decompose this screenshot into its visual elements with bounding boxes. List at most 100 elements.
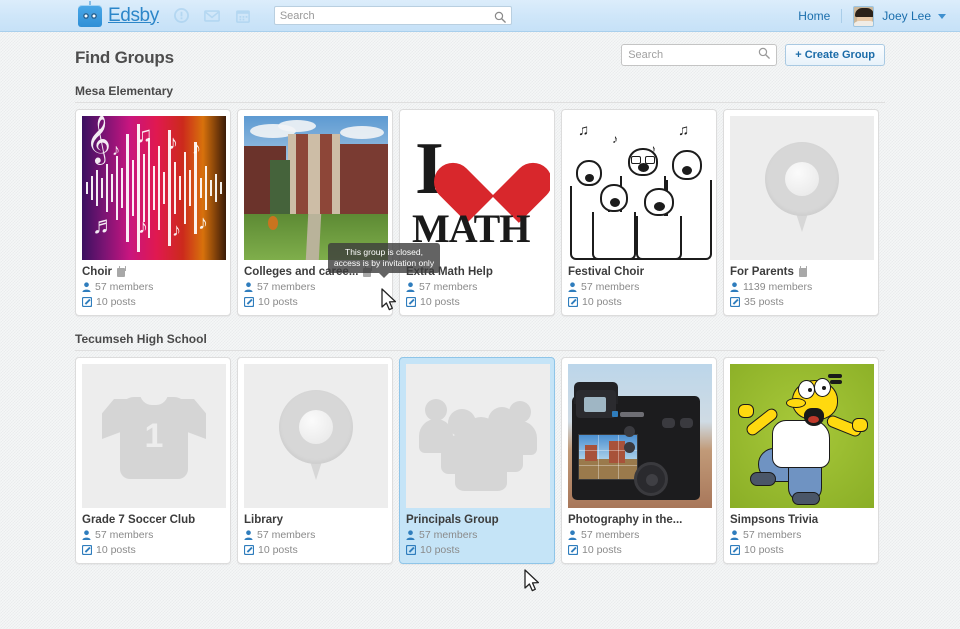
group-card-title: Principals Group (406, 514, 499, 526)
mail-icon[interactable] (204, 7, 221, 24)
mouse-cursor (381, 288, 399, 317)
create-group-button[interactable]: + Create Group (785, 44, 885, 66)
person-icon (244, 282, 253, 292)
page-title: Find Groups (75, 48, 174, 67)
members-count: 57 members (244, 281, 386, 293)
members-count: 57 members (568, 529, 710, 541)
person-icon (406, 530, 415, 540)
posts-count: 10 posts (244, 296, 386, 308)
posts-count: 10 posts (568, 296, 710, 308)
user-area: Home Joey Lee (798, 0, 946, 32)
music-note-icon: ♫ (136, 122, 153, 147)
group-card-title: Photography in the... (568, 514, 683, 526)
person-icon (82, 530, 91, 540)
home-link[interactable]: Home (798, 9, 830, 23)
lock-icon (798, 266, 808, 277)
map-pin-placeholder (244, 364, 388, 508)
group-card-title: Library (244, 514, 283, 526)
posts-count: 10 posts (730, 544, 872, 556)
person-icon (244, 530, 253, 540)
person-icon (730, 282, 739, 292)
post-icon (244, 545, 254, 555)
music-note-icon: ♪ (172, 220, 181, 240)
jersey-icon: 1 (102, 391, 206, 481)
music-note-icon: ♪ (168, 132, 178, 154)
jersey-placeholder: 1 (82, 364, 226, 508)
section-label-mesa-elementary: Mesa Elementary (75, 84, 174, 98)
i-love-math-image: I MATH (406, 116, 550, 260)
global-search-input[interactable] (279, 9, 506, 22)
group-card-for-parents[interactable]: For Parents 1139 members 35 posts (723, 109, 879, 316)
lock-icon (117, 266, 126, 277)
music-note-icon: ♪ (112, 142, 120, 159)
post-icon (730, 297, 740, 307)
members-count: 57 members (406, 281, 548, 293)
alert-icon[interactable] (173, 7, 190, 24)
posts-count: 10 posts (82, 544, 224, 556)
content-area: Find Groups + Create Group Mesa Elementa… (0, 32, 960, 564)
members-count: 1139 members (730, 281, 872, 293)
user-name[interactable]: Joey Lee (882, 9, 931, 23)
group-card-photography[interactable]: Photography in the... 57 members 10 post… (561, 357, 717, 564)
page-header-actions: + Create Group (621, 44, 885, 66)
chevron-down-icon[interactable] (938, 13, 946, 19)
music-note-icon: ♪ (612, 132, 618, 146)
person-icon (730, 530, 739, 540)
calendar-icon[interactable] (235, 7, 252, 24)
treble-clef-icon: 𝄞 (86, 116, 111, 162)
post-icon (406, 545, 416, 555)
post-icon (568, 297, 578, 307)
college-campus-image (244, 116, 388, 260)
homer-simpson-image (730, 364, 874, 508)
posts-count: 35 posts (730, 296, 872, 308)
posts-count: 10 posts (406, 296, 548, 308)
music-waveform-image: 𝄞 ♫ ♪ ♪ ♪ ♬ ♪ ♪ ♪ (82, 116, 226, 260)
person-icon (568, 282, 577, 292)
group-search-input[interactable] (628, 49, 759, 61)
post-icon (406, 297, 416, 307)
group-card-row-1: 𝄞 ♫ ♪ ♪ ♪ ♬ ♪ ♪ ♪ Choir 57 members 10 po… (75, 109, 885, 316)
group-card-title: Grade 7 Soccer Club (82, 514, 196, 526)
music-note-icon: ♫ (578, 122, 590, 139)
group-card-festival-choir[interactable]: ♫ ♪ ♪ ♫ Festival Choir 57 members 10 pos… (561, 109, 717, 316)
music-note-icon: ♪ (138, 216, 148, 238)
members-count: 57 members (82, 281, 224, 293)
brand-name[interactable]: Edsby (108, 5, 159, 27)
group-card-grade-7-soccer-club[interactable]: 1 Grade 7 Soccer Club 57 members 10 post… (75, 357, 231, 564)
group-search-box[interactable] (621, 44, 778, 66)
people-group-icon (419, 393, 537, 491)
search-icon[interactable] (758, 46, 771, 64)
posts-count: 10 posts (82, 296, 224, 308)
divider (75, 102, 885, 103)
page: Find Groups + Create Group Mesa Elementa… (0, 32, 960, 592)
group-card-colleges-and-careers[interactable]: Colleges and caree... 57 members 10 post… (237, 109, 393, 316)
posts-count: 10 posts (568, 544, 710, 556)
group-card-title: For Parents (730, 266, 872, 278)
avatar[interactable] (853, 5, 875, 27)
group-card-simpsons-trivia[interactable]: Simpsons Trivia 57 members 10 posts (723, 357, 879, 564)
group-card-principals-group[interactable]: Principals Group 57 members 10 posts (399, 357, 555, 564)
group-card-extra-math-help[interactable]: I MATH Extra Math Help 57 members 10 pos… (399, 109, 555, 316)
group-card-title: Festival Choir (568, 266, 645, 278)
music-note-icon: ♬ (92, 212, 116, 239)
search-icon[interactable] (494, 10, 506, 28)
post-icon (730, 545, 740, 555)
person-icon (568, 530, 577, 540)
closed-group-tooltip: This group is closed, access is by invit… (328, 243, 440, 278)
post-icon (244, 297, 254, 307)
post-icon (82, 297, 92, 307)
posts-count: 10 posts (406, 544, 548, 556)
global-search-box[interactable] (273, 6, 512, 28)
members-count: 57 members (730, 529, 872, 541)
group-card-title: Simpsons Trivia (730, 514, 819, 526)
divider (75, 350, 885, 351)
brand-logo[interactable]: Edsby (78, 0, 159, 27)
dslr-camera-image (568, 364, 712, 508)
group-card-choir[interactable]: 𝄞 ♫ ♪ ♪ ♪ ♬ ♪ ♪ ♪ Choir 57 members 10 po… (75, 109, 231, 316)
group-card-title: Choir (82, 266, 224, 278)
person-icon (82, 282, 91, 292)
music-note-icon: ♫ (678, 122, 690, 139)
post-icon (568, 545, 578, 555)
divider (841, 9, 843, 23)
group-card-library[interactable]: Library 57 members 10 posts (237, 357, 393, 564)
